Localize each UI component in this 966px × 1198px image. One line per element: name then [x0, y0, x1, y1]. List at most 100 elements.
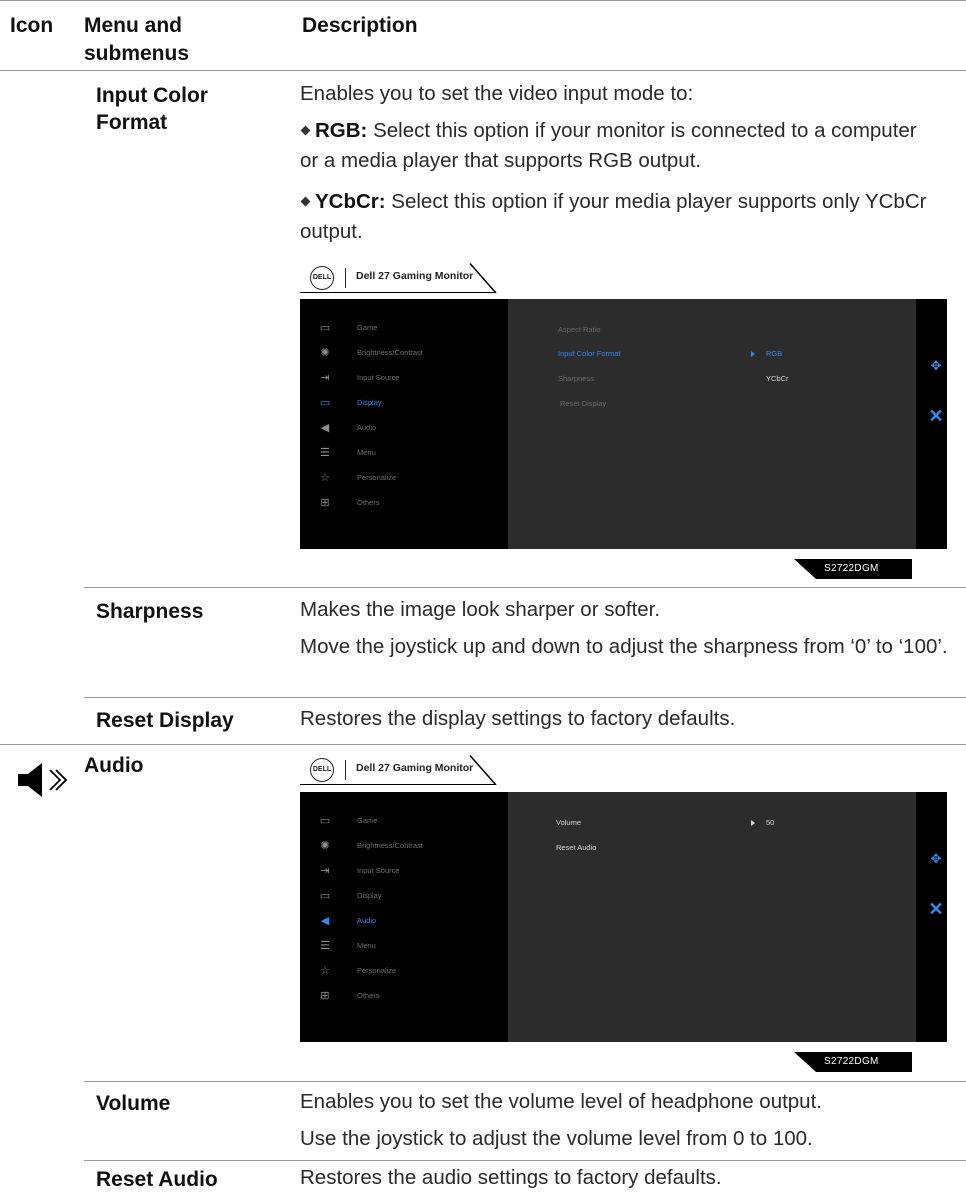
header-icon: Icon	[10, 14, 54, 37]
osd-menu-game[interactable]: ▭ Game	[300, 809, 508, 834]
input-source-icon: ⇥	[320, 372, 330, 384]
row-rule	[84, 587, 966, 588]
osd-menu-personalize[interactable]: ☆ Personalize	[300, 959, 508, 984]
osd-menu-label: Audio	[357, 423, 377, 432]
osd-menu-label: Personalize	[357, 473, 397, 482]
osd-sub-reset-display[interactable]: Reset Display	[560, 399, 606, 408]
osd-separator	[345, 760, 346, 780]
reset-audio-name: Reset Audio	[96, 1168, 218, 1191]
osd-menu-label: Input Source	[357, 373, 400, 382]
osd-model-tag: S2722DGM	[794, 559, 912, 579]
volume-desc-1: Enables you to set the volume level of h…	[300, 1090, 822, 1113]
osd-sub-reset-audio[interactable]: Reset Audio	[556, 843, 596, 852]
osd-menu-label: Display	[357, 398, 382, 407]
osd-menu-others[interactable]: ⊞ Others	[300, 984, 508, 1009]
osd-sub-aspect-ratio[interactable]: Aspect Ratio	[558, 325, 601, 334]
menu-icon: ☰	[320, 940, 330, 952]
osd-menu-audio[interactable]: ◀ Audio	[300, 909, 508, 934]
osd-menu-display[interactable]: ▭ Display	[300, 391, 508, 416]
speaker-icon	[16, 760, 76, 800]
dell-logo-icon: DELL	[310, 266, 334, 290]
osd-title: Dell 27 Gaming Monitor	[356, 270, 474, 282]
game-icon: ▭	[319, 322, 331, 334]
joystick-icon: ✥	[930, 851, 942, 866]
input-color-format-intro: Enables you to set the video input mode …	[300, 82, 694, 105]
osd-menu-label: Audio	[357, 916, 377, 925]
bullet-rgb-term: RGB:	[315, 119, 368, 142]
audio-icon: ◀	[320, 422, 330, 434]
reset-display-name: Reset Display	[96, 709, 234, 732]
osd-menu-label: Personalize	[357, 966, 397, 975]
osd-button-panel: ✥ ✕	[916, 299, 947, 549]
sharpness-desc-2: Move the joystick up and down to adjust …	[300, 635, 948, 658]
osd-header: DELL Dell 27 Gaming Monitor	[300, 755, 500, 785]
osd-menu-brightness[interactable]: ✺ Brightness/Contrast	[300, 834, 508, 859]
osd-option-ycbcr[interactable]: YCbCr	[766, 374, 789, 383]
osd-button-panel: ✥ ✕	[916, 792, 947, 1042]
osd-menu-label: Menu	[357, 941, 376, 950]
osd-main-menu: ▭ Game ✺ Brightness/Contrast ⇥ Input Source…	[300, 792, 508, 1042]
osd-model: S2722DGM	[824, 1056, 879, 1067]
osd-separator	[345, 268, 346, 288]
joystick-icon: ✥	[930, 358, 942, 373]
osd-sub-volume[interactable]: Volume	[556, 818, 581, 827]
osd-menu-label: Brightness/Contrast	[357, 841, 423, 850]
osd-menu-others[interactable]: ⊞ Others	[300, 491, 508, 516]
osd-submenu-panel: Aspect Ratio Input Color Format RGB Shar…	[508, 299, 916, 549]
display-icon: ▭	[319, 397, 331, 409]
osd-menu-display[interactable]: ▭ Display	[300, 884, 508, 909]
close-icon[interactable]: ✕	[928, 407, 944, 425]
reset-audio-desc: Restores the audio settings to factory d…	[300, 1166, 722, 1189]
osd-menu-personalize[interactable]: ☆ Personalize	[300, 466, 508, 491]
osd-menu-label: Menu	[357, 448, 376, 457]
osd-menu-label: Game	[357, 323, 378, 332]
osd-volume-value[interactable]: 50	[766, 818, 774, 827]
osd-menu-label: Game	[357, 816, 378, 825]
osd-audio-screen: ▭ Game ✺ Brightness/Contrast ⇥ Input Source…	[300, 792, 947, 1042]
row-rule	[84, 1160, 966, 1161]
osd-model-tag: S2722DGM	[794, 1052, 912, 1072]
brightness-icon: ✺	[320, 347, 330, 359]
osd-sub-sharpness[interactable]: Sharpness	[558, 374, 594, 383]
osd-menu-label: Brightness/Contrast	[357, 348, 423, 357]
osd-display-screen: ▭ Game ✺ Brightness/Contrast ⇥ Input Source…	[300, 299, 947, 549]
row-rule	[0, 744, 966, 745]
header-bottom-rule	[0, 70, 966, 71]
osd-title-tab: DELL Dell 27 Gaming Monitor	[300, 263, 500, 293]
others-icon: ⊞	[320, 497, 330, 509]
bullet-marker	[300, 196, 311, 207]
osd-menu-brightness[interactable]: ✺ Brightness/Contrast	[300, 341, 508, 366]
osd-title-tab: DELL Dell 27 Gaming Monitor	[300, 755, 500, 785]
osd-menu-input-source[interactable]: ⇥ Input Source	[300, 366, 508, 391]
header-menu: Menu and submenus	[84, 14, 190, 65]
osd-menu-menu[interactable]: ☰ Menu	[300, 441, 508, 466]
osd-menu-label: Display	[357, 891, 382, 900]
row-rule	[84, 1081, 966, 1082]
game-icon: ▭	[319, 815, 331, 827]
osd-menu-menu[interactable]: ☰ Menu	[300, 934, 508, 959]
osd-header: DELL Dell 27 Gaming Monitor	[300, 263, 500, 293]
header-description: Description	[302, 14, 418, 37]
volume-desc-2: Use the joystick to adjust the volume le…	[300, 1127, 813, 1150]
bullet-rgb-text: Select this option if your monitor is co…	[300, 119, 917, 172]
osd-model: S2722DGM	[824, 563, 879, 574]
osd-menu-game[interactable]: ▭ Game	[300, 316, 508, 341]
osd-title: Dell 27 Gaming Monitor	[356, 762, 474, 774]
bullet-ycbcr-text: Select this option if your media player …	[300, 190, 927, 243]
menu-icon: ☰	[320, 447, 330, 459]
sharpness-name: Sharpness	[96, 600, 204, 623]
brightness-icon: ✺	[320, 840, 330, 852]
osd-submenu-panel: Volume 50 Reset Audio	[508, 792, 916, 1042]
osd-sub-input-color-format[interactable]: Input Color Format	[558, 349, 621, 358]
bullet-ycbcr-term: YCbCr:	[315, 190, 386, 213]
osd-option-rgb[interactable]: RGB	[766, 349, 782, 358]
osd-menu-label: Others	[357, 991, 380, 1000]
dell-logo-icon: DELL	[310, 758, 334, 782]
star-icon: ☆	[320, 965, 330, 977]
sharpness-desc-1: Makes the image look sharper or softer.	[300, 598, 661, 621]
input-color-format-name: Input Color Format	[96, 84, 208, 134]
osd-menu-audio[interactable]: ◀ Audio	[300, 416, 508, 441]
close-icon[interactable]: ✕	[928, 900, 944, 918]
bullet-marker	[300, 125, 311, 136]
osd-menu-input-source[interactable]: ⇥ Input Source	[300, 859, 508, 884]
